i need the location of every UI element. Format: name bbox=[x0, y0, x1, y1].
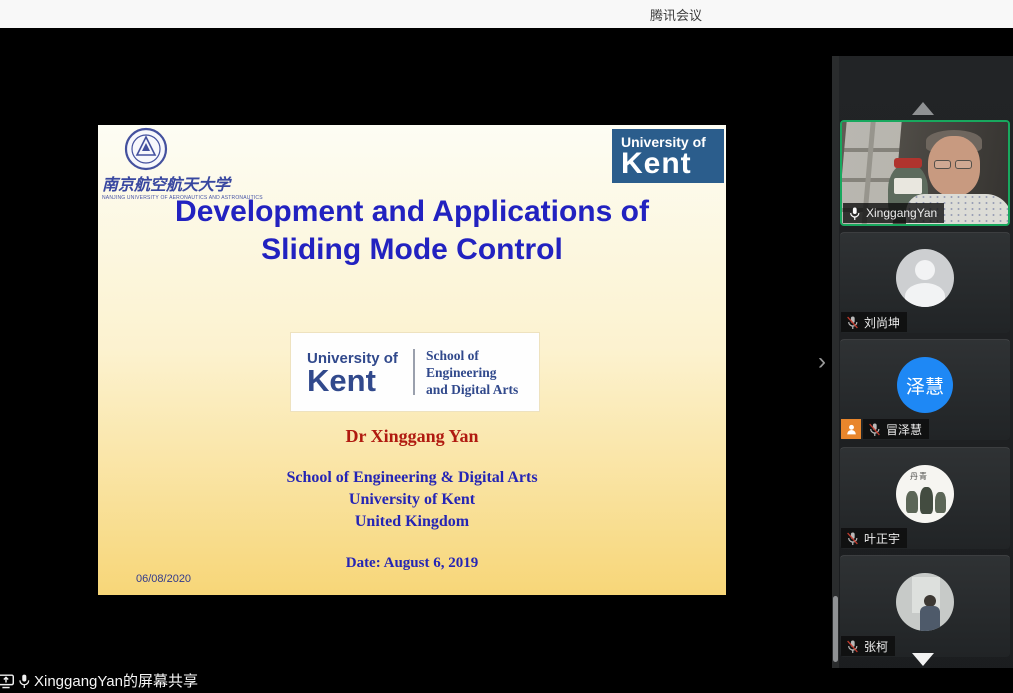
initials-avatar: 泽慧 bbox=[897, 357, 953, 413]
participant-tile-maozehui[interactable]: 泽慧 冒泽慧 bbox=[840, 339, 1010, 440]
participants-scrollbar[interactable] bbox=[832, 56, 839, 693]
slide-title-line2: Sliding Mode Control bbox=[98, 231, 726, 269]
mic-muted-icon bbox=[846, 639, 859, 654]
scroll-down-button[interactable] bbox=[832, 653, 1013, 669]
default-avatar bbox=[896, 249, 954, 307]
slide-title-line1: Development and Applications of bbox=[98, 193, 726, 231]
slide-date-stamp: 06/08/2020 bbox=[136, 573, 191, 585]
participant-tile-zhangke[interactable]: 张柯 bbox=[840, 555, 1010, 657]
scroll-down-icon bbox=[912, 653, 934, 666]
participant-name-label: 叶正宇 bbox=[841, 528, 907, 548]
chevron-right-icon: › bbox=[818, 348, 826, 375]
mic-icon bbox=[848, 206, 861, 221]
school-name-line1: School of bbox=[426, 347, 518, 364]
participant-name: 张柯 bbox=[864, 638, 888, 655]
mic-muted-icon bbox=[868, 422, 881, 437]
slide-title: Development and Applications of Sliding … bbox=[98, 193, 726, 269]
affiliation-line-1: School of Engineering & Digital Arts bbox=[98, 469, 726, 487]
share-status-label: XinggangYan的屏幕共享 bbox=[34, 670, 198, 691]
kent-logo-wordmark: Kent bbox=[621, 150, 724, 178]
participant-name: XinggangYan bbox=[866, 206, 937, 220]
photo-avatar: 丹青 bbox=[896, 465, 954, 523]
school-name-lines: School of Engineering and Digital Arts bbox=[415, 347, 518, 398]
share-status-bar: XinggangYan的屏幕共享 bbox=[0, 668, 1013, 693]
school-logo-kent-wordmark: Kent bbox=[307, 367, 413, 394]
date-line: Date: August 6, 2019 bbox=[98, 555, 726, 572]
photo-avatar bbox=[896, 573, 954, 631]
affiliation-line-2: University of Kent bbox=[98, 491, 726, 509]
participant-name: 冒泽慧 bbox=[886, 421, 922, 438]
person-badge-icon bbox=[845, 423, 858, 436]
participant-name-label: XinggangYan bbox=[843, 203, 944, 223]
participant-name: 叶正宇 bbox=[864, 530, 900, 547]
participant-name-label: 刘尚坤 bbox=[841, 312, 907, 332]
participant-name-label: 冒泽慧 bbox=[863, 419, 929, 439]
nuaa-name-cn: 南京航空航天大学 bbox=[102, 171, 252, 195]
school-logo-university: University of Kent bbox=[291, 350, 413, 394]
member-badge bbox=[841, 419, 861, 439]
presenter-name: Dr Xinggang Yan bbox=[98, 426, 726, 447]
window-titlebar: 腾讯会议 bbox=[0, 0, 1013, 28]
mic-muted-icon bbox=[846, 315, 859, 330]
participant-tile-liushangkun[interactable]: 刘尚坤 bbox=[840, 232, 1010, 333]
window-title: 腾讯会议 bbox=[650, 5, 702, 24]
kent-logo: University of Kent bbox=[612, 129, 724, 183]
shared-slide: 南京航空航天大学 NANJING UNIVERSITY OF AERONAUTI… bbox=[98, 125, 726, 595]
screen-share-stage: 南京航空航天大学 NANJING UNIVERSITY OF AERONAUTI… bbox=[0, 28, 1013, 668]
screen-share-icon bbox=[0, 673, 15, 689]
scroll-up-icon bbox=[912, 102, 934, 115]
participant-tile-yezhengyu[interactable]: 丹青 叶正宇 bbox=[840, 447, 1010, 549]
mic-icon bbox=[17, 673, 31, 689]
scroll-up-button[interactable] bbox=[832, 102, 1013, 118]
school-name-line2: Engineering bbox=[426, 364, 518, 381]
nuaa-emblem-icon bbox=[124, 127, 168, 171]
mic-muted-icon bbox=[846, 531, 859, 546]
participants-panel: XinggangYan 刘尚坤 bbox=[832, 56, 1013, 693]
status-icons bbox=[0, 673, 31, 689]
avatar-initials: 泽慧 bbox=[906, 372, 944, 399]
nuaa-logo: 南京航空航天大学 NANJING UNIVERSITY OF AERONAUTI… bbox=[102, 127, 252, 201]
school-logo: University of Kent School of Engineering… bbox=[291, 333, 539, 411]
affiliation-line-3: United Kingdom bbox=[98, 513, 726, 531]
participant-name: 刘尚坤 bbox=[864, 314, 900, 331]
meeting-window: 腾讯会议 南京航空航天大学 NANJING UNIVERSITY OF AERO… bbox=[0, 0, 1013, 693]
sidebar-collapse-chevron[interactable]: › bbox=[812, 349, 832, 377]
school-name-line3: and Digital Arts bbox=[426, 381, 518, 398]
participant-tile-xinggangyan[interactable]: XinggangYan bbox=[840, 120, 1010, 226]
